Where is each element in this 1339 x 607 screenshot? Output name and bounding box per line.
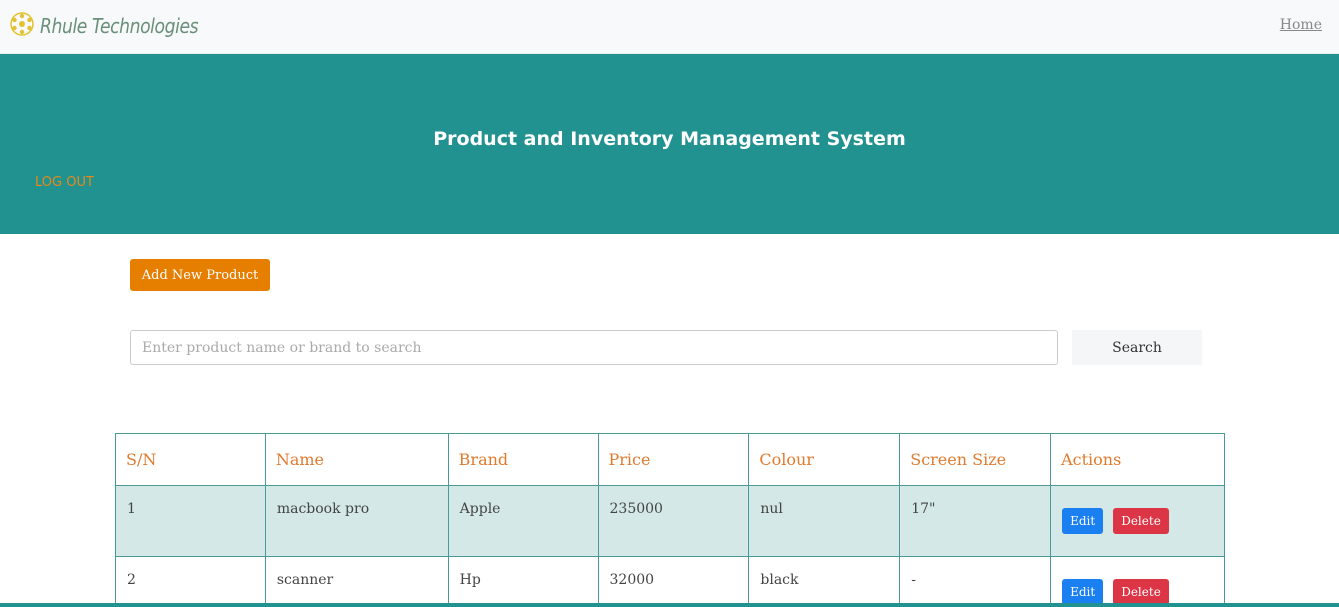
column-header-brand: Brand <box>447 433 599 486</box>
column-header-screen-size: Screen Size <box>899 433 1052 486</box>
delete-button[interactable]: Delete <box>1113 508 1169 534</box>
page-title: Product and Inventory Management System <box>433 128 906 150</box>
cell-name: scanner <box>264 556 449 607</box>
column-header-actions: Actions <box>1050 433 1225 486</box>
delete-button[interactable]: Delete <box>1113 579 1169 605</box>
cell-price: 32000 <box>597 556 750 607</box>
footer-bar <box>0 603 1339 607</box>
cell-name: macbook pro <box>264 485 449 557</box>
edit-button[interactable]: Edit <box>1062 579 1104 605</box>
cell-actions: Edit Delete <box>1050 485 1225 557</box>
cell-sn: 1 <box>115 485 266 557</box>
table-row: 2 scanner Hp 32000 black - Edit Delete <box>115 556 1225 607</box>
table-row: 1 macbook pro Apple 235000 nul 17" Edit D… <box>115 485 1225 557</box>
logout-link[interactable]: LOG OUT <box>35 175 94 190</box>
top-navbar: Rhule Technologies Home <box>0 0 1339 54</box>
cell-brand: Apple <box>447 485 599 557</box>
products-table: S/N Name Brand Price Colour Screen Size … <box>115 433 1225 607</box>
column-header-name: Name <box>264 433 449 486</box>
cell-actions: Edit Delete <box>1050 556 1225 607</box>
cell-screen-size: - <box>899 556 1052 607</box>
logo-icon <box>9 11 35 41</box>
cell-colour: nul <box>748 485 901 557</box>
cell-brand: Hp <box>447 556 599 607</box>
cell-screen-size: 17" <box>899 485 1052 557</box>
edit-button[interactable]: Edit <box>1062 508 1104 534</box>
table-header-row: S/N Name Brand Price Colour Screen Size … <box>115 433 1225 486</box>
cell-price: 235000 <box>597 485 750 557</box>
cell-colour: black <box>748 556 901 607</box>
column-header-colour: Colour <box>748 433 901 486</box>
search-button[interactable]: Search <box>1072 330 1202 365</box>
hero-banner: Product and Inventory Management System … <box>0 54 1339 234</box>
column-header-price: Price <box>597 433 750 486</box>
home-link[interactable]: Home <box>1280 17 1322 33</box>
search-input[interactable] <box>130 330 1058 365</box>
brand-name: Rhule Technologies <box>40 14 199 38</box>
cell-sn: 2 <box>115 556 266 607</box>
column-header-sn: S/N <box>115 433 266 486</box>
add-new-product-button[interactable]: Add New Product <box>130 259 270 291</box>
brand-logo-link[interactable]: Rhule Technologies <box>9 11 224 41</box>
